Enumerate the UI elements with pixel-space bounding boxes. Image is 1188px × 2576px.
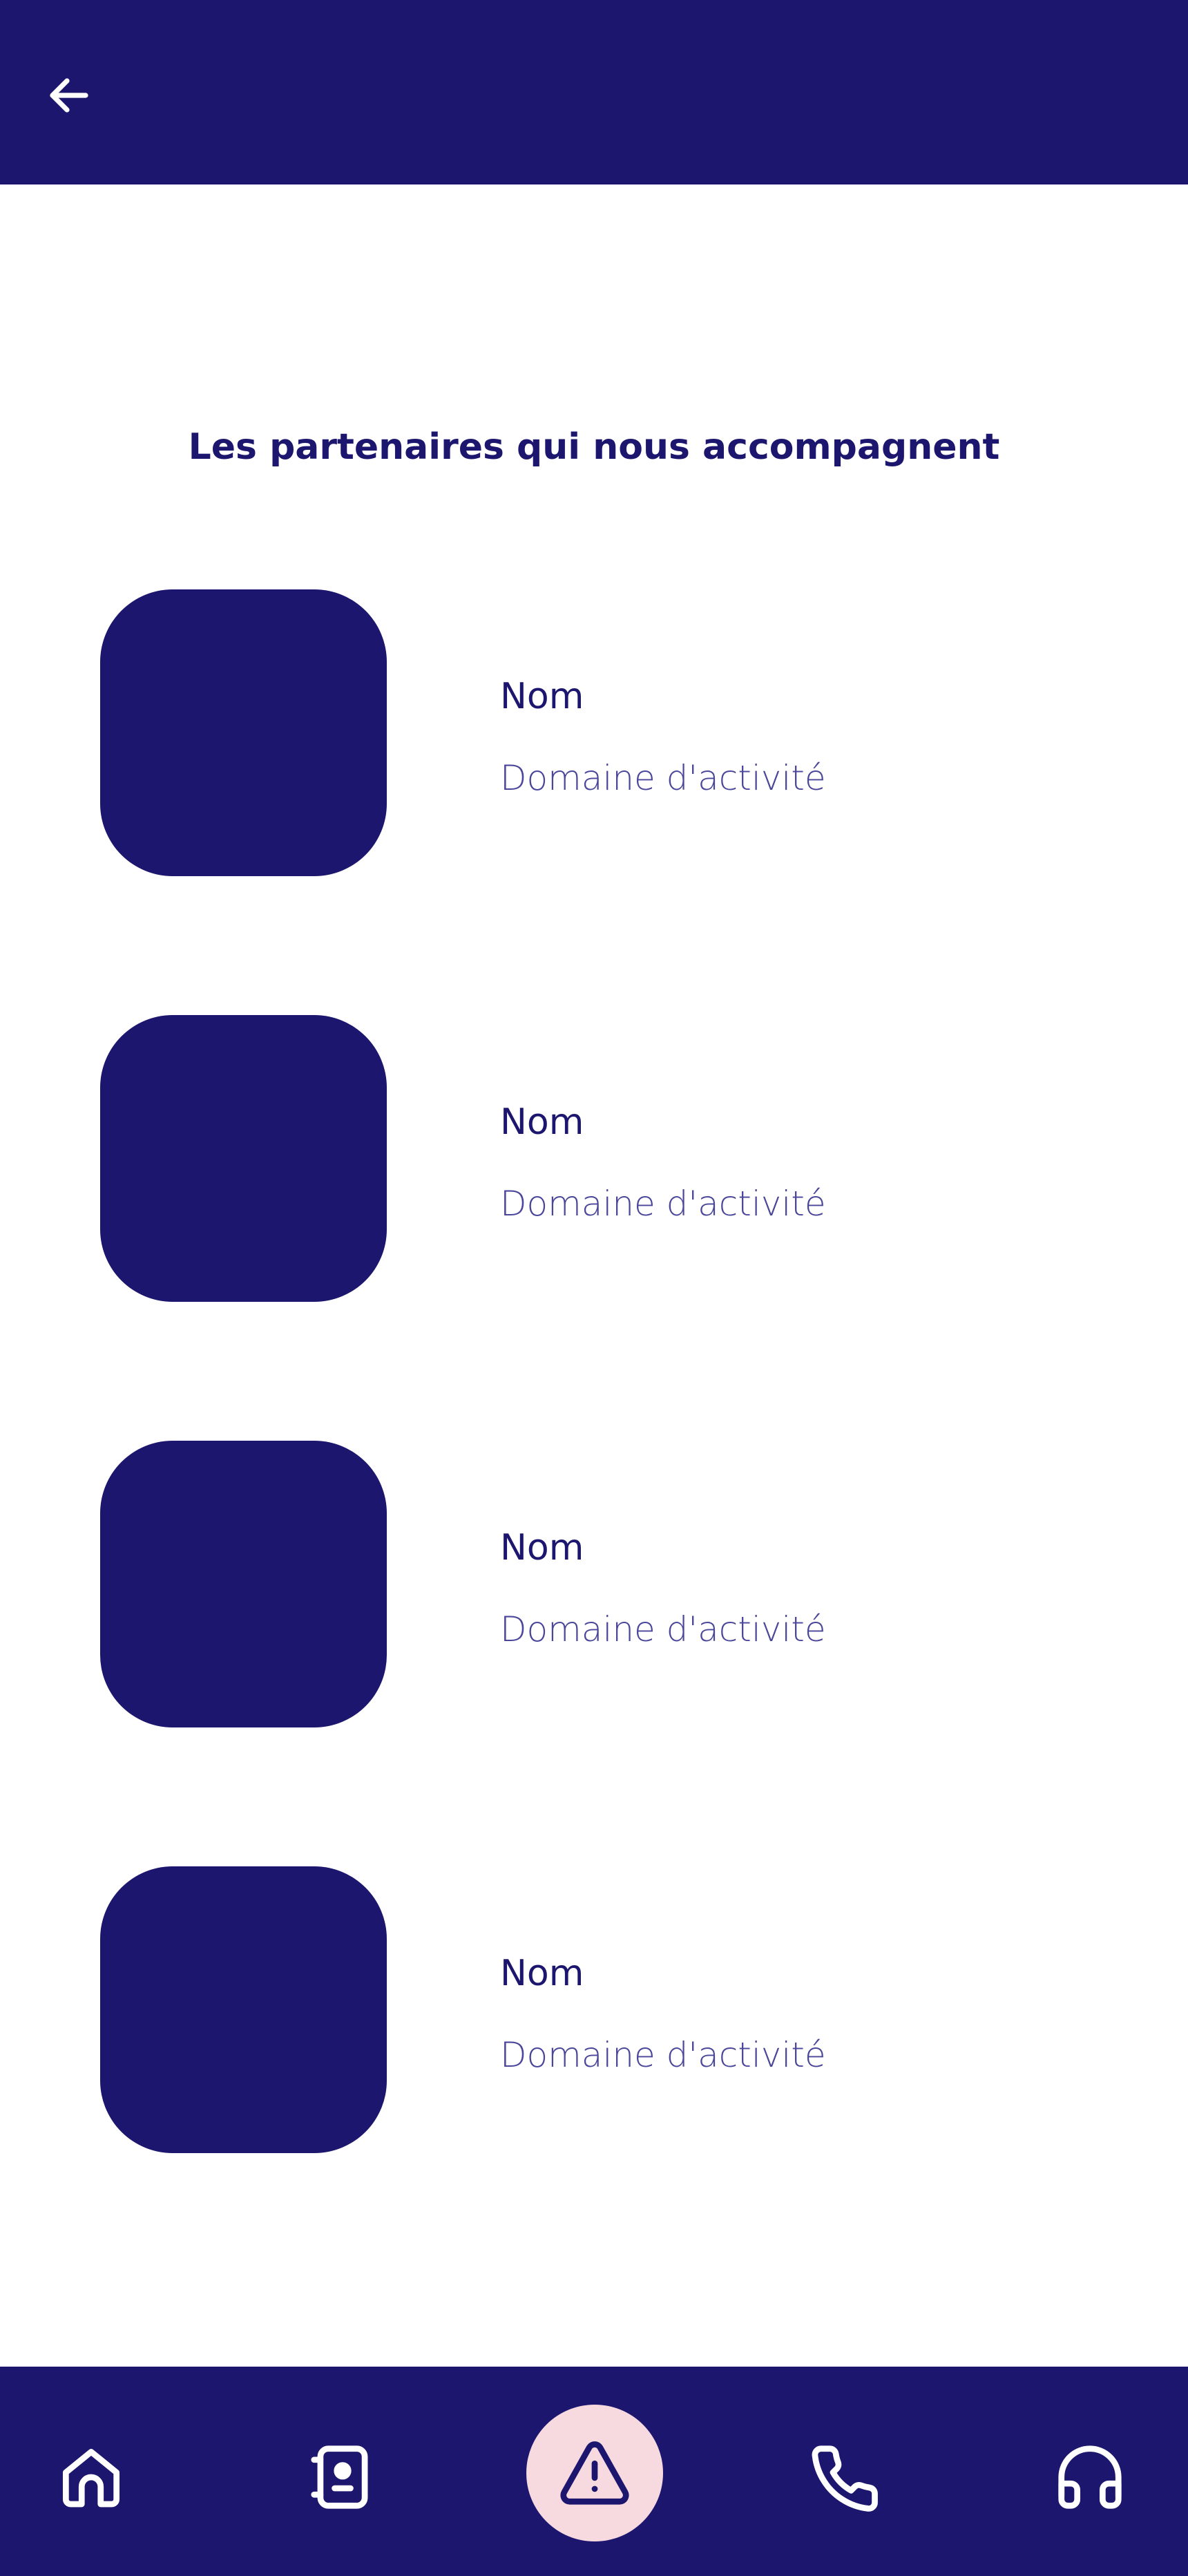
partner-logo — [100, 589, 387, 876]
id-card-icon — [311, 2445, 368, 2509]
partner-domain: Domaine d'activité — [500, 1184, 826, 1224]
bottom-navigation — [0, 2367, 1188, 2576]
partner-name: Nom — [500, 1527, 584, 1569]
partner-logo — [100, 1015, 387, 1302]
partner-logo — [100, 1866, 387, 2153]
partner-card[interactable]: Nom Domaine d'activité — [0, 589, 1188, 880]
partner-card[interactable]: Nom Domaine d'activité — [0, 1015, 1188, 1305]
partner-card[interactable]: Nom Domaine d'activité — [0, 1441, 1188, 1731]
partner-card[interactable]: Nom Domaine d'activité — [0, 1866, 1188, 2157]
partner-logo — [100, 1441, 387, 1727]
phone-icon — [812, 2445, 878, 2512]
nav-home[interactable] — [50, 2436, 133, 2519]
arrow-left-icon — [49, 77, 88, 113]
headphones-icon — [1058, 2445, 1122, 2509]
home-icon — [62, 2448, 120, 2508]
top-app-bar — [0, 0, 1188, 184]
partner-domain: Domaine d'activité — [500, 2035, 826, 2075]
partner-name: Nom — [500, 1953, 584, 1994]
partner-domain: Domaine d'activité — [500, 1609, 826, 1649]
nav-alert[interactable] — [526, 2405, 663, 2541]
nav-phone[interactable] — [803, 2436, 886, 2519]
nav-id-card[interactable] — [301, 2436, 384, 2519]
nav-support[interactable] — [1048, 2436, 1131, 2519]
partner-name: Nom — [500, 676, 584, 717]
warning-icon — [560, 2441, 629, 2505]
partners-screen: Les partenaires qui nous accompagnent No… — [0, 0, 1188, 2576]
partner-name: Nom — [500, 1101, 584, 1143]
section-title: Les partenaires qui nous accompagnent — [188, 426, 1000, 468]
partner-domain: Domaine d'activité — [500, 758, 826, 798]
back-button[interactable] — [36, 62, 102, 128]
